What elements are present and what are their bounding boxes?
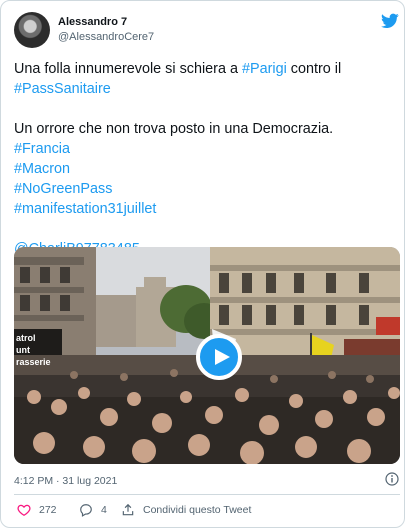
- share-label: Condividi questo Tweet: [143, 504, 252, 516]
- video-overlay-text: unt: [16, 345, 30, 355]
- play-icon: [215, 349, 230, 365]
- hashtag-link[interactable]: #Macron: [14, 161, 70, 177]
- hashtag-link[interactable]: #NoGreenPass: [14, 181, 112, 197]
- tweet-text-part: contro il: [286, 61, 342, 77]
- share-icon: [122, 503, 134, 516]
- divider: [14, 494, 400, 495]
- like-count: 272: [39, 504, 57, 516]
- tweet-text-part: Un orrore che non trova posto in una Dem…: [14, 121, 334, 137]
- hashtag-link[interactable]: #manifestation31juillet: [14, 201, 156, 217]
- video-player[interactable]: atrol unt rasserie: [14, 247, 400, 464]
- play-button[interactable]: [196, 334, 242, 380]
- tweet-text-part: Una folla innumerevole si schiera a: [14, 61, 242, 77]
- video-overlay-text: rasserie: [16, 357, 51, 367]
- hashtag-link[interactable]: #Francia: [14, 141, 70, 157]
- info-icon[interactable]: [385, 472, 399, 486]
- tweet-timestamp[interactable]: 4:12 PM · 31 lug 2021: [14, 475, 117, 487]
- author-name[interactable]: Alessandro 7: [58, 16, 127, 28]
- reply-button[interactable]: 4: [79, 502, 107, 518]
- video-overlay-text: atrol: [16, 333, 36, 343]
- avatar[interactable]: [14, 12, 50, 48]
- hashtag-link[interactable]: #PassSanitaire: [14, 81, 111, 97]
- twitter-bird-icon[interactable]: [381, 13, 399, 29]
- reply-count: 4: [101, 504, 107, 516]
- like-button[interactable]: 272: [17, 502, 57, 518]
- heart-icon: [17, 504, 31, 517]
- reply-icon: [80, 504, 92, 517]
- tweet-text: Una folla innumerevole si schiera a #Par…: [14, 59, 396, 259]
- tweet-card: Alessandro 7 @AlessandroCere7 Una folla …: [0, 0, 405, 528]
- share-button[interactable]: Condividi questo Tweet: [121, 502, 251, 518]
- author-handle[interactable]: @AlessandroCere7: [58, 31, 154, 43]
- hashtag-link[interactable]: #Parigi: [242, 61, 287, 77]
